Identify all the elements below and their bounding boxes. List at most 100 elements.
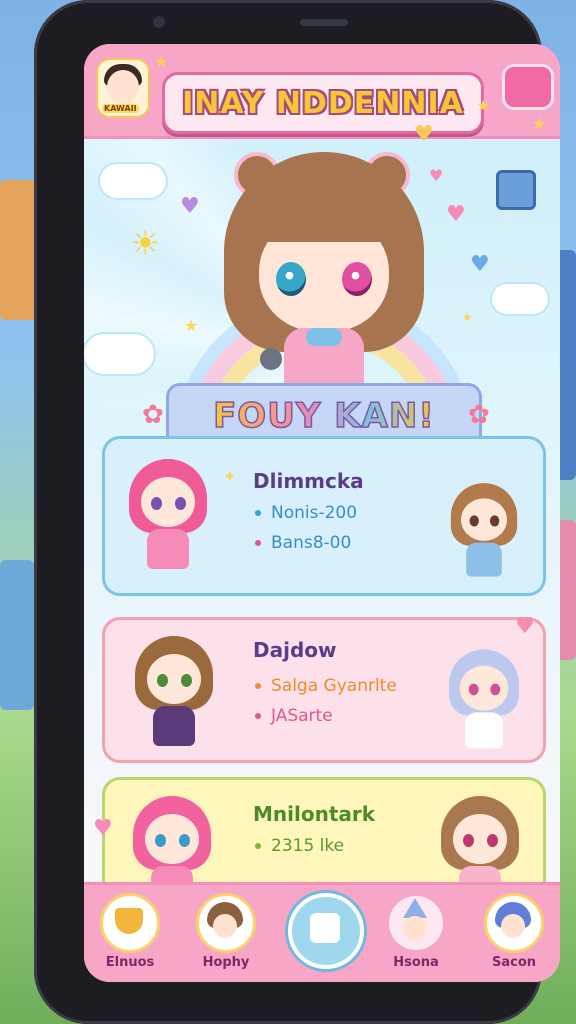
stat-text: Salga Gyanrlte (271, 676, 397, 696)
flower-icon: ✿ (142, 400, 164, 430)
background-house-left (0, 180, 36, 320)
portrait-body (147, 529, 189, 569)
star-icon: ★ (462, 310, 473, 324)
star-icon: ★ (184, 316, 199, 335)
character-card[interactable]: ✦ Dlimmcka Nonis-200 Bans8-00 (102, 436, 546, 596)
card-stat: Nonis-200 (255, 503, 357, 523)
portrait-face (141, 477, 195, 527)
portrait-eye (157, 674, 168, 687)
nav-label: Hsona (393, 955, 439, 970)
trophy-glyph (115, 908, 143, 934)
portrait-face (461, 498, 507, 541)
heart-icon: ♥ (414, 122, 434, 147)
stat-bullet-icon (255, 683, 261, 689)
portrait-eye (179, 834, 190, 847)
stat-text: 2315 lke (271, 836, 345, 856)
avatar-tag: KAWAII (102, 104, 139, 113)
portrait-face (147, 654, 201, 704)
portrait-body (466, 542, 502, 577)
portrait-body (153, 706, 195, 746)
app-title: INAY NDDENNIA (182, 85, 464, 121)
stat-text: Bans8-00 (271, 533, 352, 553)
portrait-eye (490, 683, 501, 696)
flower-icon: ✿ (468, 400, 490, 430)
stat-bullet-icon (255, 713, 261, 719)
nav-item-hsona[interactable]: Hsona (384, 893, 448, 979)
avatar-face-glyph (213, 914, 237, 938)
portrait-eye (463, 834, 474, 847)
speaker-grille (300, 19, 348, 26)
avatar-face-glyph (403, 916, 427, 940)
card-stat: Salga Gyanrlte (255, 676, 397, 696)
home-icon (310, 913, 340, 943)
app-title-box: INAY NDDENNIA (162, 72, 484, 134)
stat-text: Nonis-200 (271, 503, 358, 523)
nav-label: Hophy (202, 955, 250, 970)
hero-eye-right (342, 262, 372, 296)
character-portrait (129, 630, 219, 750)
home-center-button[interactable] (288, 893, 364, 969)
nav-item-sacon[interactable]: Sacon (482, 893, 546, 979)
character-avatar-icon (484, 893, 544, 953)
microphone-icon (260, 348, 282, 370)
portrait-body (465, 712, 503, 749)
heart-icon: ♥ (515, 614, 535, 639)
phone-frame: KAWAII INAY NDDENNIA ★ ★ ★ ♥ ♥ ♥ ♥ ♥ ☀ ★… (34, 0, 560, 1024)
character-card[interactable]: Dajdow Salga Gyanrlte JASarte ♥ (102, 614, 546, 763)
card-title: Mnilontark (253, 802, 376, 826)
stat-bullet-icon (255, 510, 261, 516)
menu-button[interactable] (502, 64, 554, 110)
profile-avatar[interactable]: KAWAII (96, 58, 150, 118)
character-portrait (123, 453, 213, 573)
cloud-icon (492, 284, 548, 314)
card-stat: Bans8-00 (255, 533, 351, 553)
heart-icon: ♥ (470, 252, 490, 277)
trophy-icon (100, 893, 160, 953)
card-stat: 2315 lke (255, 836, 344, 856)
stat-bullet-icon (255, 540, 261, 546)
character-avatar-icon (196, 893, 256, 953)
game-console-icon (496, 170, 536, 210)
avatar-face (107, 70, 139, 104)
portrait-face (453, 814, 507, 864)
wizard-hat-glyph (403, 898, 427, 918)
cloud-icon (84, 334, 154, 374)
heart-icon: ♥ (446, 202, 466, 227)
portrait-eye (489, 515, 500, 527)
wizard-avatar-icon (386, 893, 446, 953)
heart-icon: ♥ (93, 816, 113, 841)
stat-text: JASarte (271, 706, 333, 726)
star-icon: ★ (476, 96, 491, 115)
card-title: Dlimmcka (253, 469, 364, 493)
portrait-eye (468, 683, 479, 696)
app-screen: KAWAII INAY NDDENNIA ★ ★ ★ ♥ ♥ ♥ ♥ ♥ ☀ ★… (84, 44, 560, 982)
nav-label: Elnuos (105, 955, 155, 970)
star-icon: ✦ (223, 467, 237, 486)
hero-character (214, 152, 434, 384)
sun-icon: ☀ (130, 224, 161, 264)
hero-bow (306, 328, 342, 346)
nav-item-hophy[interactable]: Hophy (194, 893, 258, 979)
app-header: KAWAII INAY NDDENNIA ★ ★ ★ (84, 44, 560, 139)
hero-eye-left (276, 262, 306, 296)
star-icon: ★ (154, 52, 169, 71)
card-stat: JASarte (255, 706, 333, 726)
nav-label: Sacon (491, 955, 537, 970)
star-icon: ★ (532, 114, 547, 133)
portrait-eye (151, 497, 162, 510)
card-title: Dajdow (253, 638, 337, 662)
character-portrait (444, 644, 525, 752)
banner-text: FOUY KAN! (212, 395, 435, 437)
portrait-face (145, 814, 199, 864)
stat-bullet-icon (255, 843, 261, 849)
nav-item-elnuos[interactable]: Elnuos (98, 893, 162, 979)
cloud-icon (100, 164, 166, 198)
front-camera (153, 16, 165, 28)
avatar-face-glyph (501, 914, 525, 938)
heart-icon: ♥ (180, 194, 200, 219)
portrait-eye (175, 497, 186, 510)
portrait-eye (469, 515, 479, 527)
portrait-eye (181, 674, 192, 687)
hero-bangs (254, 192, 394, 242)
bottom-navigation: Elnuos Hophy Hsona Sacon (84, 882, 560, 982)
